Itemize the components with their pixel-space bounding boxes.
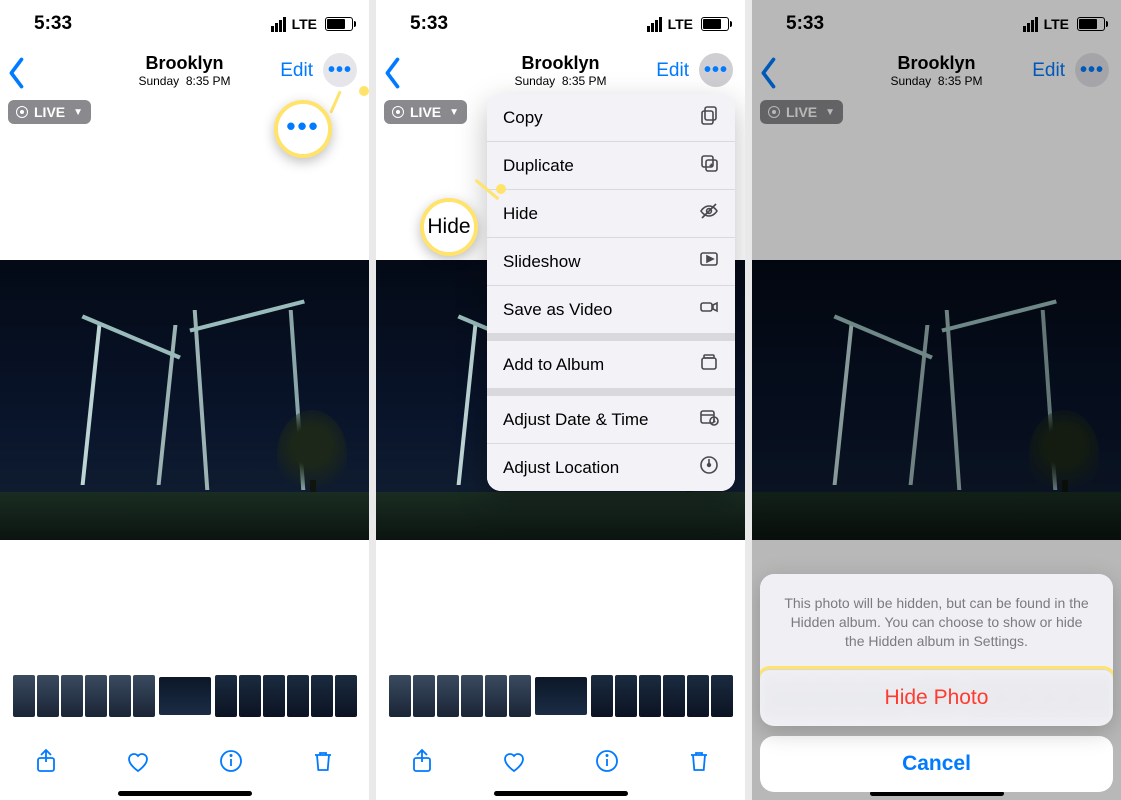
- bottom-toolbar: [376, 736, 745, 790]
- screen-more-menu: 5:33 LTE Brooklyn Sunday 8:35 PM Edit ••…: [376, 0, 745, 800]
- share-button[interactable]: [31, 747, 61, 780]
- home-indicator: [494, 791, 628, 796]
- bottom-toolbar: [0, 736, 369, 790]
- calendar-clock-icon: [699, 407, 719, 432]
- play-rect-icon: [699, 249, 719, 274]
- eye-slash-icon: [699, 201, 719, 226]
- photo-content[interactable]: [0, 260, 369, 540]
- page-title: Brooklyn: [0, 54, 369, 73]
- share-button[interactable]: [407, 747, 437, 780]
- favorite-button[interactable]: [123, 747, 153, 780]
- live-badge[interactable]: LIVE▼: [384, 100, 467, 124]
- menu-hide[interactable]: Hide: [487, 189, 735, 237]
- battery-icon: [325, 17, 353, 31]
- delete-button[interactable]: [308, 747, 338, 780]
- signal-icon: [271, 17, 286, 32]
- menu-slideshow[interactable]: Slideshow: [487, 237, 735, 285]
- live-badge[interactable]: LIVE ▼: [8, 100, 91, 124]
- callout-hide: Hide: [420, 198, 478, 256]
- nav-bar: Brooklyn Sunday 8:35 PM Edit •••: [0, 48, 369, 94]
- menu-copy[interactable]: Copy: [487, 94, 735, 141]
- copy-icon: [699, 105, 719, 130]
- info-button[interactable]: [592, 747, 622, 780]
- cancel-button[interactable]: Cancel: [760, 736, 1113, 792]
- status-time: 5:33: [34, 13, 72, 35]
- more-button[interactable]: •••: [699, 53, 733, 87]
- chevron-down-icon: ▼: [73, 107, 83, 118]
- screen-photo-detail: 5:33 LTE Brooklyn Sunday 8:35 PM Edit ••…: [0, 0, 369, 800]
- screen-hide-confirm: 5:33 LTE Brooklyn Sunday 8:35 PM Edit ••…: [752, 0, 1121, 800]
- menu-add-to-album[interactable]: Add to Album: [487, 341, 735, 388]
- callout-more: •••: [274, 100, 332, 158]
- edit-button[interactable]: Edit: [656, 60, 689, 82]
- thumbnail-current[interactable]: [157, 675, 213, 717]
- info-button[interactable]: [216, 747, 246, 780]
- back-button[interactable]: [6, 56, 28, 95]
- menu-save-video[interactable]: Save as Video: [487, 285, 735, 333]
- home-indicator: [118, 791, 252, 796]
- live-icon: [16, 106, 28, 118]
- action-sheet: This photo will be hidden, but can be fo…: [760, 574, 1113, 792]
- video-icon: [699, 297, 719, 322]
- back-button[interactable]: [382, 56, 404, 95]
- menu-duplicate[interactable]: Duplicate: [487, 141, 735, 189]
- status-bar: 5:33 LTE: [0, 0, 369, 48]
- menu-adjust-date[interactable]: Adjust Date & Time: [487, 396, 735, 443]
- ellipsis-icon: •••: [704, 59, 728, 82]
- context-menu: Copy Duplicate Hide Slideshow Save as Vi…: [487, 94, 735, 491]
- edit-button[interactable]: Edit: [280, 60, 313, 82]
- duplicate-icon: [699, 153, 719, 178]
- favorite-button[interactable]: [499, 747, 529, 780]
- more-button[interactable]: •••: [323, 53, 357, 87]
- thumbnail-strip[interactable]: [0, 675, 369, 717]
- menu-adjust-location[interactable]: Adjust Location: [487, 443, 735, 491]
- page-subtitle: Sunday 8:35 PM: [0, 74, 369, 88]
- album-add-icon: [699, 352, 719, 377]
- nav-bar: Brooklyn Sunday 8:35 PM Edit •••: [376, 48, 745, 94]
- ellipsis-icon: •••: [328, 59, 352, 82]
- hide-photo-button[interactable]: Hide Photo: [760, 669, 1113, 726]
- carrier-label: LTE: [292, 16, 317, 32]
- battery-icon: [701, 17, 729, 31]
- signal-icon: [647, 17, 662, 32]
- location-icon: [699, 455, 719, 480]
- thumbnail-strip[interactable]: [376, 675, 745, 717]
- delete-button[interactable]: [684, 747, 714, 780]
- sheet-message: This photo will be hidden, but can be fo…: [760, 574, 1113, 669]
- status-bar: 5:33 LTE: [376, 0, 745, 48]
